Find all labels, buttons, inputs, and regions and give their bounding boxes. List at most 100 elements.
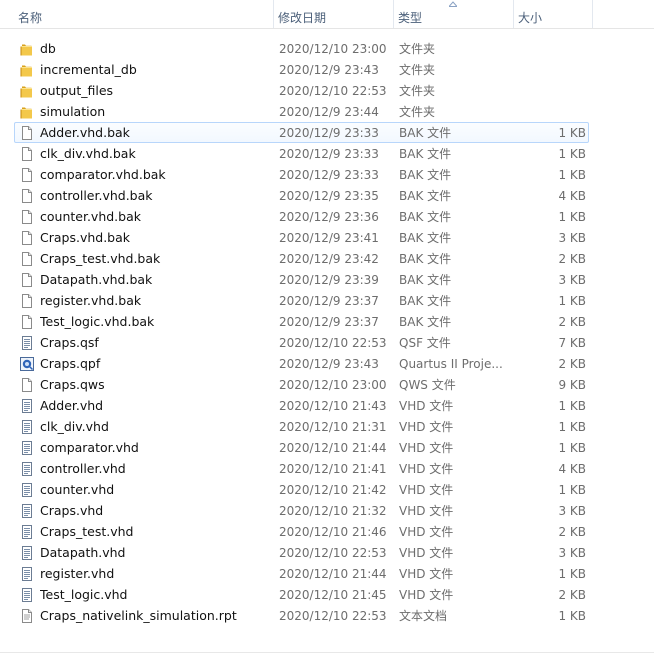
file-size: 2 KB <box>558 357 586 371</box>
file-row[interactable]: db 2020/12/10 23:00 文件夹 <box>14 38 589 59</box>
file-row[interactable]: simulation 2020/12/9 23:44 文件夹 <box>14 101 589 122</box>
file-name: db <box>40 41 56 56</box>
file-type: 文件夹 <box>399 84 436 98</box>
file-name: simulation <box>40 104 106 119</box>
sort-up-icon <box>447 1 459 9</box>
file-name: Craps_test.vhd.bak <box>40 251 161 266</box>
file-name: counter.vhd <box>40 482 115 497</box>
text-file-icon <box>19 440 35 456</box>
file-row[interactable]: register.vhd.bak 2020/12/9 23:37 BAK 文件 1 K… <box>14 290 589 311</box>
file-size: 1 KB <box>558 399 586 413</box>
file-row[interactable]: clk_div.vhd.bak 2020/12/9 23:33 BAK 文件 1 KB <box>14 143 589 164</box>
file-row[interactable]: counter.vhd.bak 2020/12/9 23:36 BAK 文件 1 KB <box>14 206 589 227</box>
file-modified-date: 2020/12/9 23:33 <box>279 168 379 182</box>
file-size: 2 KB <box>558 252 586 266</box>
file-type: BAK 文件 <box>399 315 452 329</box>
file-modified-date: 2020/12/9 23:33 <box>279 147 379 161</box>
file-size: 2 KB <box>558 315 586 329</box>
text-file-icon <box>19 545 35 561</box>
file-row[interactable]: Test_logic.vhd 2020/12/10 21:45 VHD 文件 2 KB <box>14 584 589 605</box>
file-row[interactable]: clk_div.vhd 2020/12/10 21:31 VHD 文件 1 KB <box>14 416 589 437</box>
file-row[interactable]: Craps.qws 2020/12/10 23:00 QWS 文件 9 KB <box>14 374 589 395</box>
column-header-name[interactable]: 名称 <box>14 0 274 28</box>
file-size <box>515 81 586 100</box>
list-bottom-divider <box>0 652 654 653</box>
file-type: VHD 文件 <box>399 588 454 602</box>
file-row[interactable]: comparator.vhd 2020/12/10 21:44 VHD 文件 1 KB <box>14 437 589 458</box>
file-name: register.vhd.bak <box>40 293 142 308</box>
file-type: BAK 文件 <box>399 147 452 161</box>
file-row[interactable]: controller.vhd.bak 2020/12/9 23:35 BAK 文件 4… <box>14 185 589 206</box>
text-file-icon <box>19 566 35 582</box>
file-size: 3 KB <box>558 546 586 560</box>
file-size: 4 KB <box>558 189 586 203</box>
column-header-name-label: 名称 <box>18 11 43 25</box>
file-type: VHD 文件 <box>399 441 454 455</box>
file-type: BAK 文件 <box>399 252 452 266</box>
file-icon <box>19 230 35 246</box>
file-modified-date: 2020/12/10 22:53 <box>279 609 387 623</box>
text-file-icon <box>19 419 35 435</box>
file-modified-date: 2020/12/10 21:42 <box>279 483 387 497</box>
file-row[interactable]: register.vhd 2020/12/10 21:44 VHD 文件 1 KB <box>14 563 589 584</box>
file-row[interactable]: comparator.vhd.bak 2020/12/9 23:33 BAK 文件 1… <box>14 164 589 185</box>
file-name: Test_logic.vhd.bak <box>40 314 155 329</box>
file-name: output_files <box>40 83 114 98</box>
file-size: 1 KB <box>558 168 586 182</box>
file-row[interactable]: Craps.vhd 2020/12/10 21:32 VHD 文件 3 KB <box>14 500 589 521</box>
file-row[interactable]: Adder.vhd.bak 2020/12/9 23:33 BAK 文件 1 KB <box>14 122 589 143</box>
column-header-date-label: 修改日期 <box>278 11 327 25</box>
file-row[interactable]: Craps_test.vhd.bak 2020/12/9 23:42 BAK 文件 2… <box>14 248 589 269</box>
file-row[interactable]: counter.vhd 2020/12/10 21:42 VHD 文件 1 KB <box>14 479 589 500</box>
file-row[interactable]: Adder.vhd 2020/12/10 21:43 VHD 文件 1 KB <box>14 395 589 416</box>
file-icon <box>19 209 35 225</box>
file-name: clk_div.vhd.bak <box>40 146 136 161</box>
file-row[interactable]: output_files 2020/12/10 22:53 文件夹 <box>14 80 589 101</box>
folder-icon <box>19 104 35 120</box>
column-header-size-label: 大小 <box>518 11 543 25</box>
file-name: Datapath.vhd <box>40 545 126 560</box>
file-row[interactable]: Craps.vhd.bak 2020/12/9 23:41 BAK 文件 3 KB <box>14 227 589 248</box>
file-row[interactable]: Craps_test.vhd 2020/12/10 21:46 VHD 文件 2 KB <box>14 521 589 542</box>
file-size: 1 KB <box>558 147 586 161</box>
column-header-date[interactable]: 修改日期 <box>274 0 394 28</box>
folder-icon <box>19 62 35 78</box>
file-icon <box>19 377 35 393</box>
file-size: 4 KB <box>558 462 586 476</box>
file-name: register.vhd <box>40 566 115 581</box>
file-type: VHD 文件 <box>399 483 454 497</box>
file-size: 2 KB <box>558 525 586 539</box>
column-header-size[interactable]: 大小 <box>514 0 593 28</box>
file-row[interactable]: Craps_nativelink_simulation.rpt 2020/12/1… <box>14 605 589 626</box>
file-modified-date: 2020/12/10 23:00 <box>279 378 387 392</box>
file-icon <box>19 314 35 330</box>
file-size: 1 KB <box>558 441 586 455</box>
file-row[interactable]: Craps.qpf 2020/12/9 23:43 Quartus II Proje… <box>14 353 589 374</box>
file-modified-date: 2020/12/9 23:33 <box>279 126 379 140</box>
file-row[interactable]: Craps.qsf 2020/12/10 22:53 QSF 文件 7 KB <box>14 332 589 353</box>
file-row[interactable]: incremental_db 2020/12/9 23:43 文件夹 <box>14 59 589 80</box>
file-name: controller.vhd.bak <box>40 188 153 203</box>
file-row[interactable]: Datapath.vhd 2020/12/10 22:53 VHD 文件 3 KB <box>14 542 589 563</box>
file-type: BAK 文件 <box>399 210 452 224</box>
file-name: Craps.vhd.bak <box>40 230 131 245</box>
file-row[interactable]: Test_logic.vhd.bak 2020/12/9 23:37 BAK 文件 2… <box>14 311 589 332</box>
file-icon <box>19 188 35 204</box>
file-size: 2 KB <box>558 588 586 602</box>
file-modified-date: 2020/12/10 22:53 <box>279 336 387 350</box>
file-name: comparator.vhd <box>40 440 139 455</box>
file-name: incremental_db <box>40 62 137 77</box>
file-name: Craps.qsf <box>40 335 99 350</box>
file-name: counter.vhd.bak <box>40 209 141 224</box>
file-row[interactable]: controller.vhd 2020/12/10 21:41 VHD 文件 4 KB <box>14 458 589 479</box>
file-type: 文本文档 <box>399 609 448 623</box>
file-name: clk_div.vhd <box>40 419 109 434</box>
file-modified-date: 2020/12/9 23:35 <box>279 189 379 203</box>
file-modified-date: 2020/12/10 21:43 <box>279 399 387 413</box>
file-row[interactable]: Datapath.vhd.bak 2020/12/9 23:39 BAK 文件 3 K… <box>14 269 589 290</box>
file-type: BAK 文件 <box>399 168 452 182</box>
file-name: comparator.vhd.bak <box>40 167 166 182</box>
file-icon <box>19 146 35 162</box>
file-modified-date: 2020/12/10 21:32 <box>279 504 387 518</box>
file-type: VHD 文件 <box>399 525 454 539</box>
